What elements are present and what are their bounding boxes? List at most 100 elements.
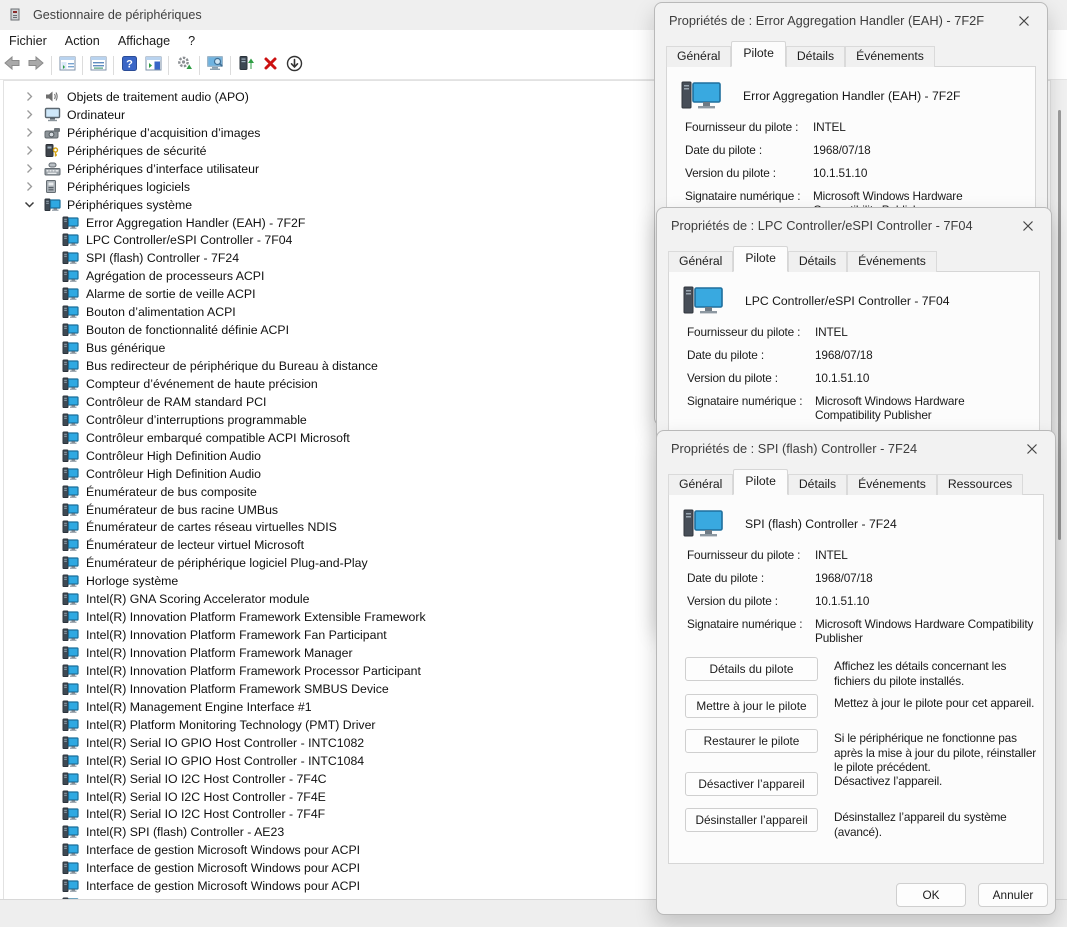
system-device-icon <box>62 359 79 374</box>
chevron-right-icon[interactable] <box>22 127 36 138</box>
action-description: Affichez les détails concernant les fich… <box>834 659 1037 688</box>
system-device-icon <box>62 538 79 553</box>
menu-item-?[interactable]: ? <box>179 32 204 50</box>
computer-icon <box>44 107 61 122</box>
chevron-down-icon[interactable] <box>22 201 36 209</box>
scrollbar-thumb[interactable] <box>1058 110 1061 540</box>
chevron-right-icon[interactable] <box>22 109 36 120</box>
devices-view-button[interactable] <box>203 54 227 77</box>
menu-item-affichage[interactable]: Affichage <box>109 32 179 50</box>
help-button[interactable]: ? <box>117 54 141 77</box>
system-device-icon <box>62 430 79 445</box>
tree-item-label: Contrôleur embarqué compatible ACPI Micr… <box>86 431 350 445</box>
forward-button[interactable] <box>24 54 48 77</box>
system-device-icon <box>62 520 79 535</box>
ok-button[interactable]: OK <box>896 883 966 907</box>
tab-détails[interactable]: Détails <box>788 474 847 495</box>
tab-pilote[interactable]: Pilote <box>733 469 788 495</box>
tree-item-label: SPI (flash) Controller - 7F24 <box>86 251 239 265</box>
system-device-icon <box>62 735 79 750</box>
disable-device-button[interactable] <box>282 54 306 77</box>
tab-ressources[interactable]: Ressources <box>937 474 1023 495</box>
tree-item-label: Énumérateur de cartes réseau virtuelles … <box>86 520 337 534</box>
show-console-tree-button[interactable] <box>55 54 79 77</box>
close-icon[interactable] <box>1010 10 1038 32</box>
uninstall-device-button[interactable] <box>258 54 282 77</box>
update-driver-button[interactable] <box>234 54 258 77</box>
driver-field-row: Fournisseur du pilote :INTEL <box>687 325 1033 339</box>
action-description: Si le périphérique ne fonctionne pas apr… <box>834 731 1037 775</box>
field-label: Fournisseur du pilote : <box>685 120 813 134</box>
driver-field-row: Signataire numérique :Microsoft Windows … <box>687 394 1033 422</box>
driver-fields: Fournisseur du pilote :INTEL Date du pilo… <box>687 325 1033 431</box>
dialog-titlebar: Propriétés de : SPI (flash) Controller -… <box>657 431 1055 465</box>
tab-strip: GénéralPiloteDétailsÉvénements <box>666 43 1036 67</box>
menu-item-fichier[interactable]: Fichier <box>0 32 56 50</box>
tree-item-label: Intel(R) Innovation Platform Framework F… <box>86 628 387 642</box>
action-pane-icon <box>145 56 162 76</box>
tab-général[interactable]: Général <box>668 251 733 272</box>
toolbar-separator <box>230 56 231 75</box>
scan-hardware-changes-button[interactable] <box>172 54 196 77</box>
tree-item-label: Bouton d’alimentation ACPI <box>86 305 236 319</box>
tree-item-label: Intel(R) Innovation Platform Framework S… <box>86 682 389 696</box>
tab-général[interactable]: Général <box>666 46 731 67</box>
tab-général[interactable]: Général <box>668 474 733 495</box>
chevron-right-icon[interactable] <box>22 181 36 192</box>
driver-field-row: Version du pilote :10.1.51.10 <box>685 166 1029 180</box>
menu-item-action[interactable]: Action <box>56 32 109 50</box>
close-icon[interactable] <box>1014 215 1042 237</box>
system-device-icon <box>62 843 79 858</box>
tab-strip: GénéralPiloteDétailsÉvénementsRessources <box>668 471 1044 495</box>
action-description: Désinstallez l’appareil du système (avan… <box>834 810 1037 839</box>
device-manager-icon <box>8 7 24 23</box>
system-device-icon <box>62 215 79 230</box>
system-device-icon <box>62 879 79 894</box>
chevron-right-icon[interactable] <box>22 91 36 102</box>
system-device-icon <box>62 789 79 804</box>
field-label: Version du pilote : <box>685 166 813 180</box>
tree-item-label: Intel(R) Innovation Platform Framework P… <box>86 664 421 678</box>
restaurer-le-pilote-button[interactable]: Restaurer le pilote <box>685 729 818 753</box>
system-device-icon <box>62 412 79 427</box>
tab-détails[interactable]: Détails <box>786 46 845 67</box>
system-device-icon <box>62 341 79 356</box>
system-device-icon <box>62 484 79 499</box>
tab-événements[interactable]: Événements <box>845 46 935 67</box>
chevron-right-icon[interactable] <box>22 145 36 156</box>
tab-détails[interactable]: Détails <box>788 251 847 272</box>
driver-field-row: Date du pilote :1968/07/18 <box>687 348 1033 362</box>
scan-hardware-icon <box>176 55 193 76</box>
action-description: Désactivez l’appareil. <box>834 774 1037 789</box>
driver-actions: Détails du pilote Affichez les détails co… <box>669 495 1043 863</box>
dialog-title: Propriétés de : Error Aggregation Handle… <box>669 13 984 28</box>
tab-pilote[interactable]: Pilote <box>731 41 786 67</box>
system-device-icon <box>62 269 79 284</box>
toolbar-separator <box>51 56 52 75</box>
system-device-icon <box>62 287 79 302</box>
field-label: Version du pilote : <box>687 371 815 385</box>
screen: Gestionnaire de périphériques FichierAct… <box>0 0 1067 927</box>
désinstaller-l-appareil-button[interactable]: Désinstaller l’appareil <box>685 808 818 832</box>
back-button[interactable] <box>0 54 24 77</box>
properties-button[interactable] <box>86 54 110 77</box>
désactiver-l-appareil-button[interactable]: Désactiver l’appareil <box>685 772 818 796</box>
tab-événements[interactable]: Événements <box>847 474 937 495</box>
cancel-button[interactable]: Annuler <box>978 883 1048 907</box>
field-value: Microsoft Windows Hardware Compatibility… <box>815 394 1033 422</box>
mettre-à-jour-le-pilote-button[interactable]: Mettre à jour le pilote <box>685 694 818 718</box>
properties-icon <box>90 56 107 76</box>
tree-item-label: Bus générique <box>86 341 165 355</box>
show-action-pane-button[interactable] <box>141 54 165 77</box>
tree-item-label: Énumérateur de bus racine UMBus <box>86 503 278 517</box>
tab-événements[interactable]: Événements <box>847 251 937 272</box>
tab-pilote[interactable]: Pilote <box>733 246 788 272</box>
close-icon[interactable] <box>1018 438 1046 460</box>
system-device-icon <box>62 394 79 409</box>
device-icon <box>683 284 725 318</box>
chevron-right-icon[interactable] <box>22 163 36 174</box>
détails-du-pilote-button[interactable]: Détails du pilote <box>685 657 818 681</box>
tree-item-label: Interface de gestion Microsoft Windows p… <box>86 843 360 857</box>
field-value: INTEL <box>813 120 1029 134</box>
system-device-icon <box>62 610 79 625</box>
